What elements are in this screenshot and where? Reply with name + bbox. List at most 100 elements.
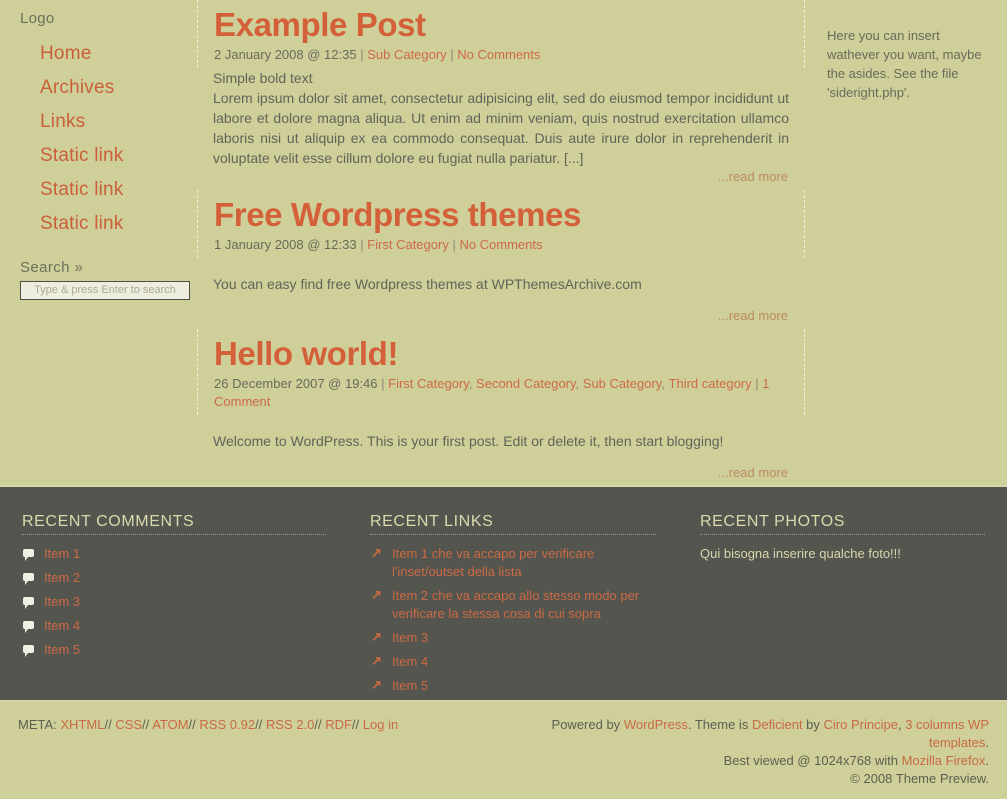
- meta-slash: //: [351, 717, 360, 732]
- list-item: Item 1: [22, 545, 326, 569]
- theme-is-label: . Theme is: [687, 717, 749, 732]
- nav-item: Archives: [0, 71, 197, 105]
- recent-comment-link[interactable]: Item 3: [44, 594, 80, 609]
- post-category-link[interactable]: First Category: [367, 237, 449, 252]
- arrow-up-right-icon: ↗: [371, 629, 382, 644]
- post-bold-line: Simple bold text: [213, 70, 313, 86]
- theme-name-link[interactable]: Deficient: [752, 717, 803, 732]
- read-more-link[interactable]: ...read more: [718, 169, 788, 184]
- read-more-row: ...read more: [197, 294, 805, 325]
- list-item: ↗ Item 1 che va accapo per verificare l'i…: [370, 545, 656, 587]
- meta-separator: |: [446, 47, 458, 62]
- recent-comment-link[interactable]: Item 4: [44, 618, 80, 633]
- post-comments-link[interactable]: No Comments: [457, 47, 540, 62]
- post-article: Example Post 2 January 2008 @ 12:35 | Su…: [197, 0, 805, 186]
- list-item: ↗ Item 4: [370, 653, 656, 677]
- list-item: ↗ Item 5: [370, 677, 656, 701]
- nav-item: Static link: [0, 173, 197, 207]
- right-sidebar: Here you can insert wathever you want, m…: [805, 0, 1007, 102]
- list-item: Item 2: [22, 569, 326, 593]
- post-title[interactable]: Hello world!: [214, 329, 788, 373]
- nav-item: Static link: [0, 139, 197, 173]
- nav-link-archives[interactable]: Archives: [0, 71, 197, 105]
- main-navigation: Home Archives Links Static link Static l…: [0, 37, 197, 241]
- meta-label: META:: [18, 717, 57, 732]
- nav-link-links[interactable]: Links: [0, 105, 197, 139]
- post-category-link[interactable]: Sub Category: [583, 376, 662, 391]
- nav-link-home[interactable]: Home: [0, 37, 197, 71]
- recent-links-list: ↗ Item 1 che va accapo per verificare l'i…: [370, 545, 656, 701]
- post-category-link[interactable]: Second Category: [476, 376, 576, 391]
- post-header: Free Wordpress themes 1 January 2008 @ 1…: [197, 190, 805, 258]
- read-more-link[interactable]: ...read more: [718, 308, 788, 323]
- nav-link-static-1[interactable]: Static link: [0, 139, 197, 173]
- post-body: Simple bold text Lorem ipsum dolor sit a…: [197, 68, 805, 168]
- post-title[interactable]: Free Wordpress themes: [214, 190, 788, 234]
- recent-comment-link[interactable]: Item 5: [44, 642, 80, 657]
- list-item: ↗ Item 2 che va accapo allo stesso modo p…: [370, 587, 656, 629]
- footer-credits: Powered by WordPress. Theme is Deficient…: [509, 716, 989, 799]
- wordpress-link[interactable]: WordPress: [624, 717, 688, 732]
- nav-link-static-3[interactable]: Static link: [0, 207, 197, 241]
- meta-link-login[interactable]: Log in: [363, 717, 398, 732]
- footer-meta-bar: META: XHTML// CSS// ATOM// RSS 0.92// RS…: [0, 700, 1007, 799]
- post-category-link[interactable]: First Category: [388, 376, 469, 391]
- recent-comments-list: Item 1 Item 2 Item 3 Item 4 Item 5: [22, 545, 326, 665]
- list-item: Item 4: [22, 617, 326, 641]
- post-date: 1 January 2008 @ 12:33: [214, 237, 357, 252]
- arrow-up-right-icon: ↗: [371, 545, 382, 560]
- list-item: Item 5: [22, 641, 326, 665]
- main-content: Example Post 2 January 2008 @ 12:35 | Su…: [197, 0, 805, 482]
- comment-bubble-icon: [22, 546, 37, 561]
- by-label: by: [806, 717, 820, 732]
- nav-item: Static link: [0, 207, 197, 241]
- recent-link[interactable]: Item 3: [392, 630, 428, 645]
- best-viewed-label: Best viewed @ 1024x768 with: [723, 753, 898, 768]
- meta-link-rss20[interactable]: RSS 2.0: [266, 717, 314, 732]
- browser-link[interactable]: Mozilla Firefox: [902, 753, 986, 768]
- arrow-up-right-icon: ↗: [371, 587, 382, 602]
- widget-title: RECENT COMMENTS: [22, 513, 326, 535]
- comment-bubble-icon: [22, 642, 37, 657]
- left-sidebar: Logo Home Archives Links Static link Sta…: [0, 0, 197, 300]
- top-section: Logo Home Archives Links Static link Sta…: [0, 0, 1007, 485]
- recent-link[interactable]: Item 5: [392, 678, 428, 693]
- post-category-link[interactable]: Sub Category: [367, 47, 447, 62]
- post-header: Example Post 2 January 2008 @ 12:35 | Su…: [197, 0, 805, 68]
- meta-separator: |: [448, 237, 460, 252]
- theme-author-link[interactable]: Ciro Principe: [824, 717, 898, 732]
- recent-photos-text: Qui bisogna inserire qualche foto!!!: [700, 546, 901, 561]
- post-article: Free Wordpress themes 1 January 2008 @ 1…: [197, 190, 805, 325]
- right-sidebar-text: Here you can insert wathever you want, m…: [827, 28, 982, 100]
- meta-slash: //: [104, 717, 112, 732]
- wp-templates-link[interactable]: 3 columns WP templates: [905, 717, 989, 750]
- comment-bubble-icon: [22, 570, 37, 585]
- recent-comment-link[interactable]: Item 2: [44, 570, 80, 585]
- meta-link-atom[interactable]: ATOM: [152, 717, 188, 732]
- meta-slash: //: [188, 717, 196, 732]
- best-viewed-suffix: .: [985, 753, 989, 768]
- meta-link-css[interactable]: CSS: [115, 717, 142, 732]
- list-item: ↗ Item 3: [370, 629, 656, 653]
- read-more-row: ...read more: [197, 451, 805, 482]
- post-title[interactable]: Example Post: [214, 0, 788, 44]
- meta-link-xhtml[interactable]: XHTML: [60, 717, 104, 732]
- post-body: You can easy find free Wordpress themes …: [197, 258, 805, 294]
- meta-link-rss092[interactable]: RSS 0.92: [199, 717, 255, 732]
- post-comments-link[interactable]: No Comments: [459, 237, 542, 252]
- nav-link-static-2[interactable]: Static link: [0, 173, 197, 207]
- recent-link[interactable]: Item 2 che va accapo allo stesso modo pe…: [392, 588, 639, 621]
- read-more-row: ...read more: [197, 168, 805, 186]
- read-more-link[interactable]: ...read more: [718, 465, 788, 480]
- recent-link[interactable]: Item 1 che va accapo per verificare l'in…: [392, 546, 594, 579]
- recent-link[interactable]: Item 4: [392, 654, 428, 669]
- post-category-link[interactable]: Third category: [669, 376, 752, 391]
- meta-comma: ,: [575, 376, 583, 391]
- post-meta: 1 January 2008 @ 12:33 | First Category …: [214, 234, 788, 254]
- post-article: Hello world! 26 December 2007 @ 19:46 | …: [197, 329, 805, 482]
- recent-comment-link[interactable]: Item 1: [44, 546, 80, 561]
- list-item: Item 3: [22, 593, 326, 617]
- comment-bubble-icon: [22, 618, 37, 633]
- meta-link-rdf[interactable]: RDF: [325, 717, 352, 732]
- search-input[interactable]: [20, 280, 190, 300]
